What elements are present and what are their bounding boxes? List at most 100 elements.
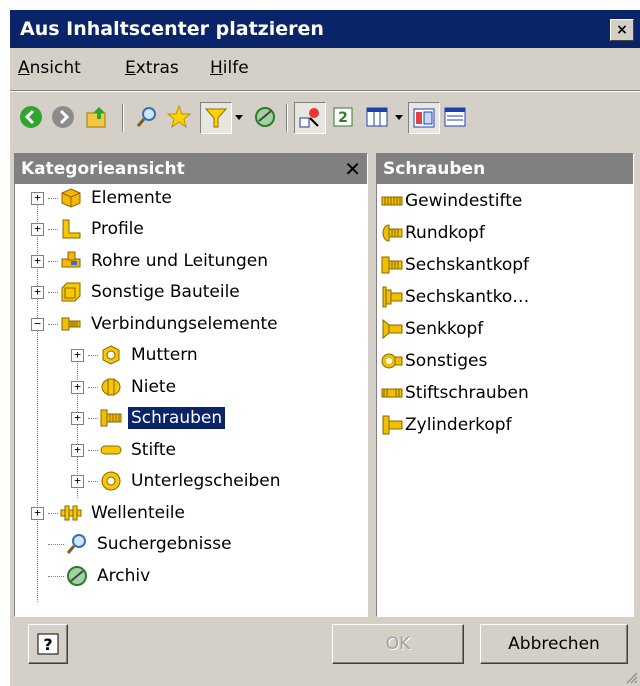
close-panel-icon[interactable]: ✕ [344, 157, 361, 181]
search-icon [136, 107, 156, 127]
tree-item-muttern[interactable]: + Muttern [71, 341, 201, 369]
filter-button[interactable] [200, 102, 232, 134]
fastener-icon [60, 313, 82, 335]
list-item-stiftschrauben[interactable]: Stiftschrauben [381, 378, 529, 408]
box-icon [60, 281, 82, 303]
shaft-icon [60, 502, 82, 524]
search-results-icon [66, 533, 88, 555]
dropdown-arrow-icon [395, 115, 403, 120]
tree-item-profile[interactable]: + Profile [31, 215, 147, 243]
menu-hilfe[interactable]: Hilfe [210, 58, 249, 78]
view-dropdown[interactable] [392, 102, 406, 132]
help-icon: ? [37, 633, 59, 655]
content-panel: Schrauben Gewindestifte Rundkopf Sechska… [376, 153, 634, 617]
close-window-button[interactable]: × [610, 19, 634, 41]
dialog-window: Aus Inhaltscenter platzieren × Ansicht E… [10, 10, 640, 686]
up-folder-button[interactable] [82, 102, 112, 132]
list-item-senkkopf[interactable]: Senkkopf [381, 314, 483, 344]
forward-button[interactable] [48, 102, 78, 132]
update-button[interactable]: 2 [328, 102, 358, 132]
list-item-sechskantko[interactable]: Sechskantko… [381, 282, 529, 312]
select-component-icon [299, 108, 319, 128]
tree-item-verbindungselemente[interactable]: − Verbindungselemente [31, 310, 281, 338]
table-view-button[interactable] [362, 102, 392, 132]
toolbar-separator-2 [286, 104, 288, 132]
list-view-button[interactable] [440, 102, 470, 132]
tree-item-archiv[interactable]: Archiv [31, 562, 153, 590]
list-item-sonstiges[interactable]: Sonstiges [381, 346, 487, 376]
toolbar: 2 [10, 102, 640, 156]
list-item-gewindestifte[interactable]: Gewindestifte [381, 186, 522, 216]
cylinder-head-icon [381, 414, 403, 436]
list-item-label: Gewindestifte [405, 191, 523, 211]
content-panel-header: Schrauben [377, 154, 633, 184]
tree-item-label: Unterlegscheiben [131, 471, 281, 491]
refresh-globe-icon [255, 107, 275, 127]
nut-icon [100, 344, 122, 366]
cancel-button[interactable]: Abbrechen [480, 624, 628, 664]
title-bar[interactable]: Aus Inhaltscenter platzieren × [10, 10, 640, 48]
expand-icon[interactable]: + [31, 285, 44, 299]
tree-item-suchergebnisse[interactable]: Suchergebnisse [31, 530, 235, 558]
expand-icon[interactable]: + [71, 380, 84, 394]
toolbar-separator [122, 104, 124, 132]
category-tree: + Elemente + Profile + Rohre und Leitung… [15, 184, 367, 616]
tree-item-elemente[interactable]: + Elemente [31, 184, 175, 212]
misc-screw-icon [381, 350, 403, 372]
menu-extras[interactable]: Extras [125, 58, 179, 78]
pipe-icon [60, 250, 82, 272]
content-panel-title: Schrauben [383, 159, 486, 179]
rivet-icon [100, 376, 122, 398]
expand-icon[interactable]: + [71, 411, 84, 425]
expand-icon[interactable]: + [71, 348, 84, 362]
tree-item-schrauben[interactable]: + Schrauben [71, 404, 226, 432]
expand-icon[interactable]: + [31, 254, 44, 268]
tree-item-label: Suchergebnisse [97, 534, 232, 554]
screw-type-list: Gewindestifte Rundkopf Sechskantkopf Sec… [377, 184, 633, 616]
archive-icon [66, 565, 88, 587]
tree-item-stifte[interactable]: + Stifte [71, 436, 179, 464]
list-item-rundkopf[interactable]: Rundkopf [381, 218, 485, 248]
filter-icon [204, 108, 228, 128]
tree-item-label: Profile [91, 219, 144, 239]
cube-icon [60, 187, 82, 209]
refresh-button[interactable] [250, 102, 280, 132]
tree-view-button[interactable] [408, 102, 440, 134]
help-button[interactable]: ? [28, 624, 68, 664]
svg-text:2: 2 [338, 110, 348, 126]
list-item-label: Sonstiges [405, 351, 488, 371]
tree-item-wellenteile[interactable]: + Wellenteile [31, 499, 188, 527]
dropdown-arrow-icon [235, 115, 243, 120]
resize-grip-icon[interactable] [624, 670, 638, 684]
update-icon: 2 [333, 107, 353, 127]
tree-item-rohre[interactable]: + Rohre und Leitungen [31, 247, 271, 275]
tree-item-label: Rohre und Leitungen [91, 251, 269, 271]
expand-icon[interactable]: + [71, 443, 84, 457]
tree-item-sonstige[interactable]: + Sonstige Bauteile [31, 278, 243, 306]
tree-item-label: Sonstige Bauteile [91, 282, 240, 302]
tree-item-label: Niete [131, 377, 177, 397]
filter-dropdown[interactable] [232, 102, 246, 132]
expand-icon[interactable]: + [71, 474, 84, 488]
list-item-sechskantkopf[interactable]: Sechskantkopf [381, 250, 529, 280]
list-item-label: Stiftschrauben [405, 383, 529, 403]
hex-head-icon [381, 254, 403, 276]
tree-item-unterlegscheiben[interactable]: + Unterlegscheiben [71, 467, 284, 495]
set-screw-icon [381, 190, 403, 212]
tree-view-icon [413, 108, 435, 128]
favorites-button[interactable] [164, 102, 194, 132]
menu-ansicht[interactable]: Ansicht [18, 58, 81, 78]
ok-button[interactable]: OK [332, 624, 464, 664]
expand-icon[interactable]: + [31, 191, 44, 205]
list-item-zylinderkopf[interactable]: Zylinderkopf [381, 410, 512, 440]
collapse-icon[interactable]: − [31, 317, 44, 331]
back-button[interactable] [16, 102, 46, 132]
list-view-icon [444, 107, 466, 127]
expand-icon[interactable]: + [31, 222, 44, 236]
expand-icon[interactable]: + [31, 506, 44, 520]
tree-item-label: Verbindungselemente [91, 314, 278, 334]
tree-item-niete[interactable]: + Niete [71, 373, 179, 401]
search-button[interactable] [132, 102, 162, 132]
menu-bar: Ansicht Extras Hilfe [10, 50, 640, 86]
select-component-button[interactable] [294, 102, 326, 134]
